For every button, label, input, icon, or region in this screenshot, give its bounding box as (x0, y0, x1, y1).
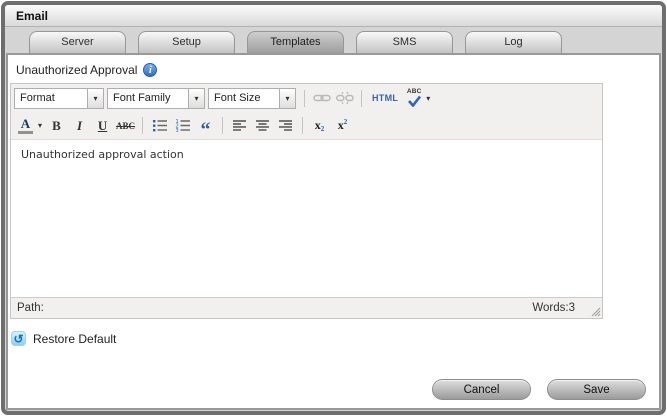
tab-templates[interactable]: Templates (247, 31, 344, 53)
format-select-value: Format (20, 91, 55, 104)
toolbar-separator (222, 117, 224, 134)
cancel-button[interactable]: Cancel (432, 379, 531, 400)
field-label: Unauthorized Approval (16, 63, 138, 77)
font-color-swatch (18, 130, 33, 134)
templates-panel: Unauthorized Approval i Format ▾ Font Fa… (6, 53, 661, 410)
bold-button[interactable]: B (46, 116, 67, 136)
unordered-list-button[interactable] (149, 116, 170, 136)
subscript-button[interactable]: x 2 (309, 116, 330, 136)
spellcheck-checkmark-icon (407, 95, 421, 108)
font-color-label: A (20, 115, 31, 131)
align-right-icon (279, 120, 293, 131)
format-select[interactable]: Format ▾ (14, 87, 104, 109)
editor-toolbar-row2: A ▾ B I U ABC 1 2 3 “ x 2 x 2 (11, 112, 602, 140)
spellcheck-button[interactable]: ABC (403, 88, 425, 108)
unordered-list-icon (152, 120, 167, 132)
tab-sms[interactable]: SMS (356, 31, 453, 53)
chevron-down-icon: ▾ (188, 88, 204, 108)
info-icon[interactable]: i (143, 63, 158, 77)
ordered-list-button[interactable]: 123 (172, 116, 193, 136)
align-center-icon (256, 120, 270, 131)
subscript-digit: 2 (320, 125, 325, 133)
spellcheck-dropdown-icon[interactable]: ▾ (426, 94, 430, 103)
align-left-icon (233, 120, 247, 131)
chevron-down-icon: ▾ (279, 88, 295, 108)
toolbar-separator (142, 117, 144, 134)
screenshot-stage: Email Server Setup Templates SMS Log Una… (0, 0, 667, 416)
tab-setup[interactable]: Setup (138, 31, 235, 53)
toolbar-separator (304, 89, 305, 107)
tab-bar: Server Setup Templates SMS Log (5, 27, 662, 53)
font-family-select[interactable]: Font Family ▾ (107, 87, 205, 109)
strikethrough-button[interactable]: ABC (115, 116, 136, 136)
font-color-button[interactable]: A (15, 116, 36, 136)
superscript-digit: 2 (343, 118, 348, 126)
ordered-list-icon: 123 (175, 119, 190, 133)
restore-default-row[interactable]: ↺ Restore Default (11, 331, 659, 346)
field-header-row: Unauthorized Approval i (8, 55, 659, 83)
editor-content-area[interactable]: Unauthorized approval action (11, 139, 602, 297)
resize-grip[interactable] (589, 305, 601, 317)
font-size-select[interactable]: Font Size ▾ (208, 87, 296, 109)
footer-buttons: Cancel Save (432, 379, 646, 400)
chevron-down-icon: ▾ (87, 88, 103, 108)
path-label: Path: (17, 302, 44, 314)
editor-toolbar-row1: Format ▾ Font Family ▾ Font Size ▾ HTML … (11, 84, 602, 112)
editor-statusbar: Path: Words:3 (11, 297, 602, 318)
svg-text:3: 3 (175, 128, 178, 133)
restore-icon[interactable]: ↺ (11, 331, 26, 346)
font-family-select-value: Font Family (113, 91, 171, 104)
blockquote-button[interactable]: “ (195, 116, 216, 140)
rich-text-editor: Format ▾ Font Family ▾ Font Size ▾ HTML … (10, 83, 603, 319)
italic-button[interactable]: I (69, 116, 90, 136)
window-title: Email (16, 8, 49, 23)
align-center-button[interactable] (252, 116, 273, 136)
save-button[interactable]: Save (547, 379, 646, 400)
remove-link-icon (334, 88, 355, 108)
window-titlebar: Email (5, 5, 662, 27)
toolbar-separator (361, 89, 362, 107)
restore-default-label[interactable]: Restore Default (33, 332, 116, 346)
superscript-button[interactable]: x 2 (332, 116, 353, 136)
edit-html-button[interactable]: HTML (372, 93, 398, 103)
align-right-button[interactable] (275, 116, 296, 136)
align-left-button[interactable] (229, 116, 250, 136)
tab-log[interactable]: Log (465, 31, 562, 53)
email-settings-window: Email Server Setup Templates SMS Log Una… (1, 1, 666, 415)
insert-link-icon (311, 88, 332, 108)
word-count-label: Words:3 (532, 302, 575, 314)
font-color-dropdown-icon[interactable]: ▾ (38, 121, 42, 130)
toolbar-separator (302, 117, 304, 134)
font-size-select-value: Font Size (214, 91, 261, 104)
underline-button[interactable]: U (92, 116, 113, 136)
tab-server[interactable]: Server (29, 31, 126, 53)
